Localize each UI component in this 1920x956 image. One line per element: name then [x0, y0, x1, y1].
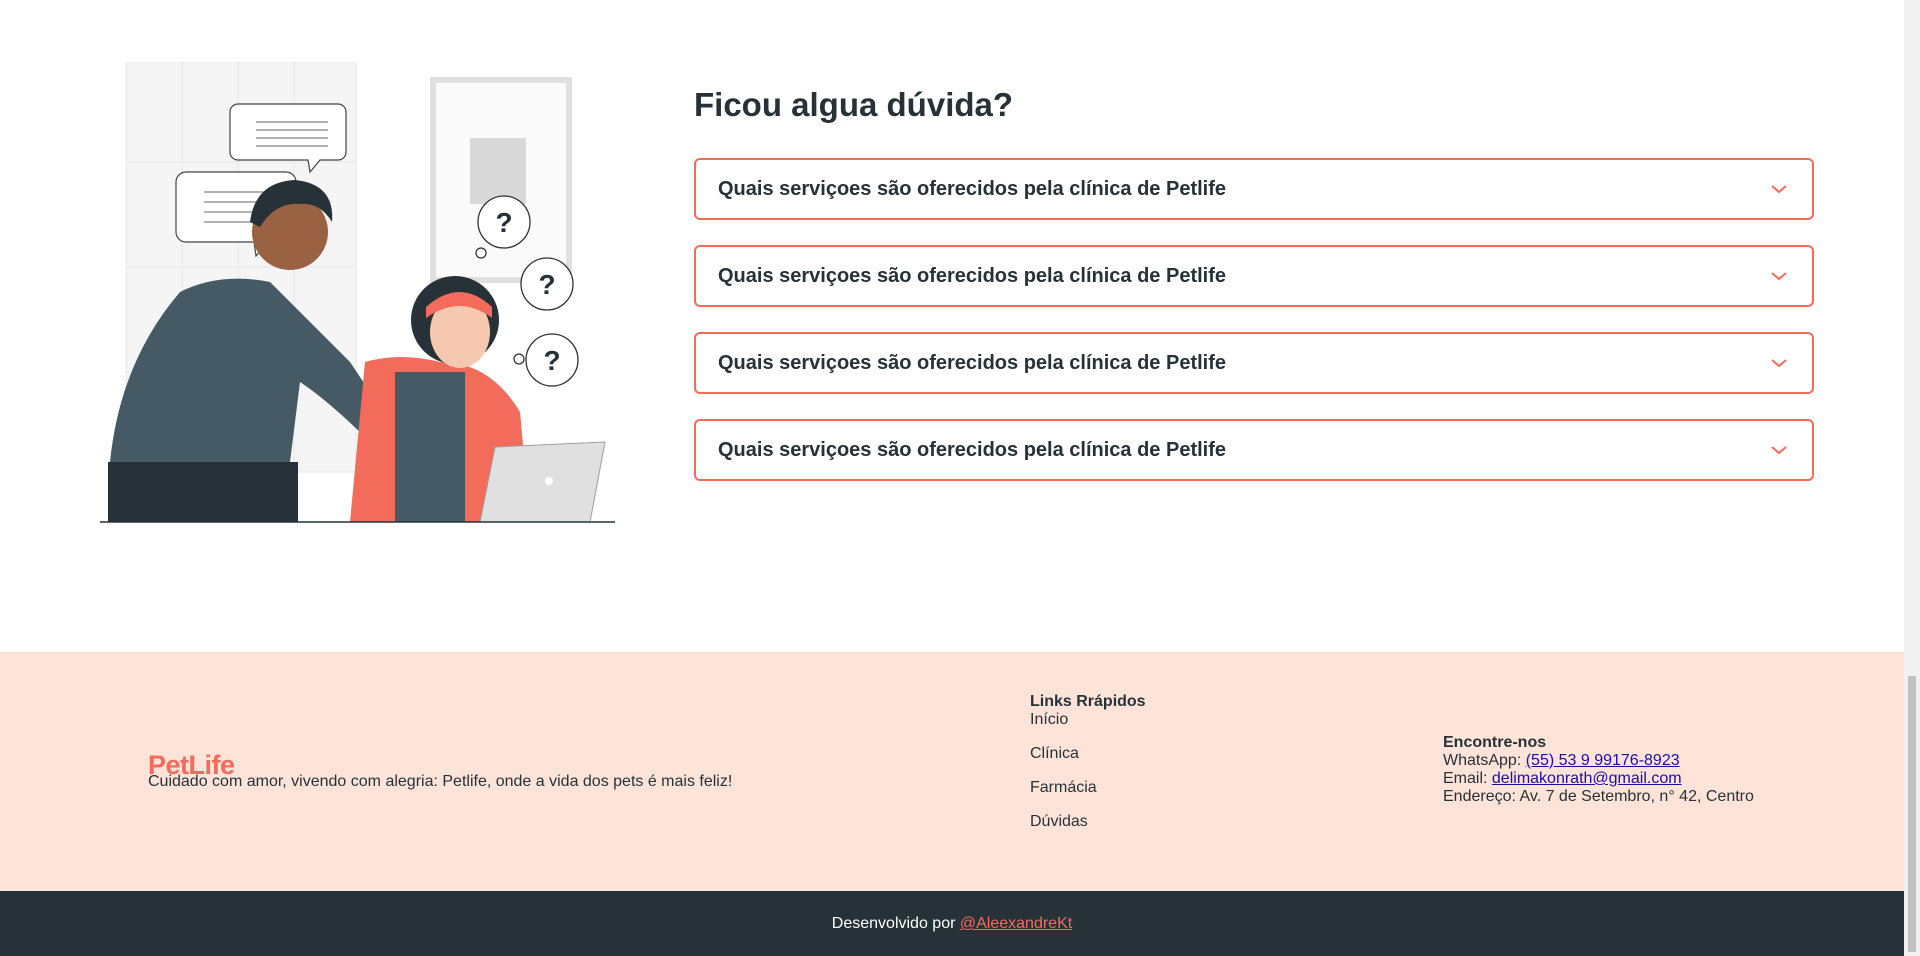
whatsapp-label: WhatsApp:: [1443, 752, 1522, 769]
question-mark-2: ?: [538, 269, 555, 300]
faq-illustration: ? ? ?: [100, 62, 615, 523]
faq-question: Quais serviçoes são oferecidos pela clín…: [718, 177, 1227, 200]
footer-link-inicio[interactable]: Início: [1030, 711, 1097, 745]
question-mark-3: ?: [543, 345, 560, 376]
chevron-down-icon: [1771, 272, 1787, 281]
page: ? ? ? Ficou algua dúvida? Quais serviçoe…: [0, 0, 1904, 956]
email-line: Email: delimakonrath@gmail.com: [1443, 770, 1754, 788]
bottom-bar: Desenvolvido por @AleexandreKt: [0, 891, 1904, 956]
quick-links-list: Início Clínica Farmácia Dúvidas: [1030, 711, 1097, 847]
whatsapp-link[interactable]: (55) 53 9 99176-8923: [1526, 752, 1680, 769]
footer-link-duvidas[interactable]: Dúvidas: [1030, 813, 1097, 847]
faq-item[interactable]: Quais serviçoes são oferecidos pela clín…: [694, 332, 1814, 394]
footer: PetLife Cuidado com amor, vivendo com al…: [0, 652, 1904, 891]
faq-question: Quais serviçoes são oferecidos pela clín…: [718, 264, 1227, 287]
credits: Desenvolvido por @AleexandreKt: [0, 915, 1904, 933]
footer-link-clinica[interactable]: Clínica: [1030, 745, 1097, 779]
faq-list: Quais serviçoes são oferecidos pela clín…: [694, 158, 1814, 506]
chevron-down-icon: [1771, 185, 1787, 194]
faq-question: Quais serviçoes são oferecidos pela clín…: [718, 438, 1227, 461]
email-label: Email:: [1443, 770, 1488, 787]
chevron-down-icon: [1771, 446, 1787, 455]
scrollbar-thumb[interactable]: [1908, 676, 1916, 952]
laptop-icon: [479, 441, 606, 523]
faq-item[interactable]: Quais serviçoes são oferecidos pela clín…: [694, 158, 1814, 220]
whatsapp-line: WhatsApp: (55) 53 9 99176-8923: [1443, 752, 1754, 770]
contact-block: Encontre-nos WhatsApp: (55) 53 9 99176-8…: [1443, 734, 1754, 806]
faq-item[interactable]: Quais serviçoes são oferecidos pela clín…: [694, 245, 1814, 307]
email-link[interactable]: delimakonrath@gmail.com: [1492, 770, 1682, 787]
scrollbar[interactable]: [1904, 0, 1920, 956]
credits-text: Desenvolvido por: [831, 915, 956, 932]
address-line: Endereço: Av. 7 de Setembro, n° 42, Cent…: [1443, 788, 1754, 805]
author-link[interactable]: @AleexandreKt: [960, 915, 1072, 932]
brand-tagline: Cuidado com amor, vivendo com alegria: P…: [148, 773, 733, 790]
contact-title: Encontre-nos: [1443, 734, 1547, 751]
faq-title: Ficou algua dúvida?: [694, 86, 1014, 123]
chevron-down-icon: [1771, 359, 1787, 368]
faq-question: Quais serviçoes são oferecidos pela clín…: [718, 351, 1227, 374]
footer-link-farmacia[interactable]: Farmácia: [1030, 779, 1097, 813]
question-mark-1: ?: [495, 207, 512, 238]
quick-links-title: Links Rrápidos: [1030, 693, 1146, 710]
faq-item[interactable]: Quais serviçoes são oferecidos pela clín…: [694, 419, 1814, 481]
